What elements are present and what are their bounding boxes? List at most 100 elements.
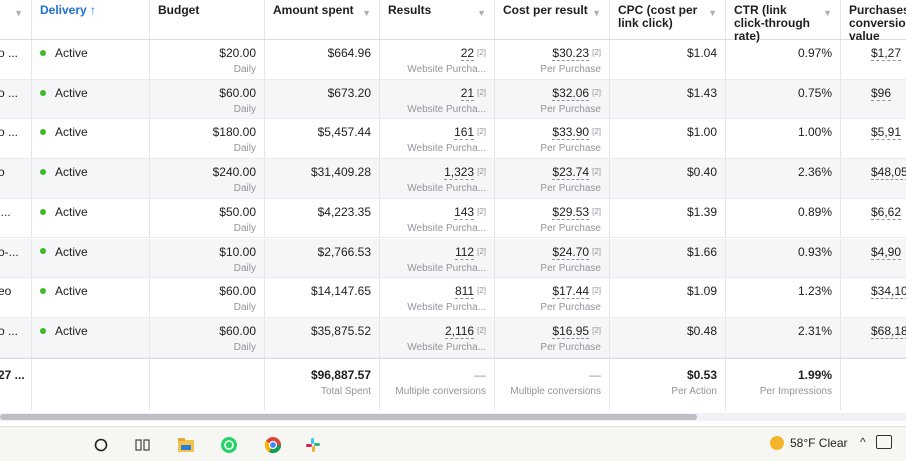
totals-amount-cell: $96,887.57 Total Spent bbox=[265, 359, 380, 410]
sun-icon bbox=[770, 436, 784, 450]
col-header-cpc[interactable]: CPC (cost per link click) ▼ bbox=[610, 0, 726, 39]
campaign-name-cell[interactable]: o ... bbox=[0, 119, 32, 159]
table-row[interactable]: o ... Active $60.00 Daily $35,875.52 2,11… bbox=[0, 317, 906, 358]
totals-cpr-cell: — Multiple conversions bbox=[495, 359, 610, 410]
delivery-cell: Active bbox=[32, 40, 150, 79]
total-spent-value: $96,887.57 bbox=[310, 368, 371, 382]
amount-spent-cell: $2,766.53 bbox=[265, 238, 380, 278]
status-dot-icon bbox=[40, 208, 46, 215]
status-dot-icon bbox=[40, 248, 46, 255]
campaign-name-cell[interactable]: o ... bbox=[0, 79, 32, 119]
cpc-cell: $0.48 bbox=[610, 317, 726, 357]
table-row[interactable]: o ... Active $180.00 Daily $5,457.44 161[… bbox=[0, 119, 906, 160]
budget-cell[interactable]: $60.00 Daily bbox=[150, 79, 265, 119]
network-icon[interactable] bbox=[876, 435, 892, 449]
table-row[interactable]: o ... Active $20.00 Daily $664.96 22 [2] We… bbox=[0, 40, 906, 80]
sort-icon[interactable]: ▼ bbox=[362, 7, 371, 20]
results-cell: 1,323 [2] Website Purcha... bbox=[380, 159, 495, 198]
delivery-status: Active bbox=[55, 204, 88, 219]
budget-cell[interactable]: $50.00 Daily bbox=[150, 198, 265, 238]
budget-cell[interactable]: $10.00 Daily bbox=[150, 238, 265, 278]
col-header-purchases-value[interactable]: Purchases conversion value bbox=[841, 0, 906, 43]
purchases-value-cell: $6,62 bbox=[841, 199, 906, 238]
horizontal-scrollbar-thumb[interactable] bbox=[0, 414, 697, 420]
table-row[interactable]: o ... Active $60.00 Daily $673.20 21 [2] We… bbox=[0, 79, 906, 120]
budget-cell[interactable]: $240.00 Daily bbox=[150, 159, 265, 198]
ctr-cell: 0.97% bbox=[726, 40, 841, 79]
ads-manager-window: ▼ Delivery ↑ Budget Amount spent ▼ Result… bbox=[0, 0, 906, 461]
search-circle-icon[interactable] bbox=[90, 434, 112, 456]
amount-spent-cell: $14,147.65 bbox=[265, 278, 380, 317]
sort-icon[interactable]: ▼ bbox=[592, 7, 601, 20]
delivery-cell: Active bbox=[32, 317, 150, 357]
campaign-name-cell[interactable]: o ... bbox=[0, 40, 32, 79]
cost-per-result-cell: $33.90 [2] Per Purchase bbox=[495, 119, 610, 159]
delivery-status: Active bbox=[55, 46, 88, 60]
status-dot-icon bbox=[40, 49, 46, 56]
purchases-value-cell: $96 bbox=[841, 80, 906, 119]
delivery-status: Active bbox=[55, 165, 88, 180]
ctr-cell: 2.31% bbox=[726, 317, 841, 357]
purchases-value-cell: $48,05 bbox=[841, 159, 906, 198]
delivery-cell: Active bbox=[32, 238, 150, 278]
sort-icon[interactable]: ▼ bbox=[477, 7, 486, 20]
delivery-cell: Active bbox=[32, 278, 150, 317]
table-row[interactable]: o Active $240.00 Daily $31,409.28 1,323 [2… bbox=[0, 159, 906, 199]
status-dot-icon bbox=[40, 288, 46, 295]
campaign-name-cell[interactable]: o-... bbox=[0, 238, 32, 278]
ctr-cell: 0.93% bbox=[726, 238, 841, 278]
windows-taskbar: 58°F Clear ^ bbox=[0, 426, 906, 461]
weather-widget[interactable]: 58°F Clear bbox=[770, 436, 848, 450]
chevron-up-icon[interactable]: ^ bbox=[860, 435, 866, 449]
table-row[interactable]: i... Active $50.00Daily $4,223.35 143[2]… bbox=[0, 198, 906, 239]
amount-spent-cell: $664.96 bbox=[265, 40, 380, 79]
table-row[interactable]: o-... Active $10.00 Daily $2,766.53 112 [2… bbox=[0, 238, 906, 279]
budget-cell[interactable]: $20.00 Daily bbox=[150, 40, 265, 79]
cpc-cell: $1.04 bbox=[610, 40, 726, 79]
delivery-status: Active bbox=[55, 323, 88, 338]
cost-per-result-cell: $17.44 [2] Per Purchase bbox=[495, 278, 610, 317]
col-header-amount-spent[interactable]: Amount spent ▼ bbox=[265, 0, 380, 39]
status-dot-icon bbox=[40, 129, 46, 136]
task-view-icon[interactable] bbox=[132, 434, 154, 456]
ctr-cell: 0.75% bbox=[726, 79, 841, 119]
campaign-name-cell[interactable]: o ... bbox=[0, 317, 32, 357]
delivery-status: Active bbox=[55, 244, 88, 259]
status-dot-icon bbox=[40, 89, 46, 96]
col-header-delivery[interactable]: Delivery ↑ bbox=[32, 0, 150, 39]
col-header-results[interactable]: Results ▼ bbox=[380, 0, 495, 39]
purchases-value-cell: $5,91 bbox=[841, 119, 906, 158]
chrome-icon[interactable] bbox=[262, 434, 284, 456]
purchases-value-cell: $1,27 bbox=[841, 40, 906, 79]
ctr-cell: 1.23% bbox=[726, 278, 841, 317]
table-row[interactable]: eo Active $60.00 Daily $14,147.65 811 [2] W… bbox=[0, 278, 906, 318]
budget-cell[interactable]: $60.00 Daily bbox=[150, 278, 265, 317]
campaign-name-cell[interactable]: i... bbox=[0, 198, 32, 238]
col-header-cost-per-result[interactable]: Cost per result ▼ bbox=[495, 0, 610, 39]
slack-icon[interactable] bbox=[302, 434, 324, 456]
file-explorer-icon[interactable] bbox=[175, 434, 197, 456]
total-spent-label: Total Spent bbox=[320, 386, 371, 397]
cpc-cell: $0.40 bbox=[610, 159, 726, 198]
results-cell: 2,116 [2] Website Purcha... bbox=[380, 317, 495, 357]
status-dot-icon bbox=[40, 168, 46, 175]
col-header-name[interactable]: ▼ bbox=[0, 0, 32, 39]
cost-per-result-cell: $16.95 [2] Per Purchase bbox=[495, 317, 610, 357]
cost-per-result-cell: $23.74 [2] Per Purchase bbox=[495, 159, 610, 198]
budget-cell[interactable]: $180.00 Daily bbox=[150, 119, 265, 159]
table-totals-row: 27 ... $96,887.57 Total Spent — Multiple… bbox=[0, 358, 906, 410]
campaign-name-cell[interactable]: eo bbox=[0, 278, 32, 317]
col-header-budget[interactable]: Budget bbox=[150, 0, 265, 39]
sort-icon[interactable]: ▼ bbox=[823, 7, 832, 20]
totals-cpc-cell: $0.53 Per Action bbox=[610, 359, 726, 410]
sort-icon[interactable]: ▼ bbox=[14, 7, 23, 20]
cpc-cell: $1.43 bbox=[610, 79, 726, 119]
campaign-name-cell[interactable]: o bbox=[0, 159, 32, 198]
whatsapp-icon[interactable] bbox=[218, 434, 240, 456]
col-header-ctr[interactable]: CTR (link click-through rate) ▼ bbox=[726, 0, 841, 43]
budget-cell[interactable]: $60.00 Daily bbox=[150, 317, 265, 357]
sort-icon[interactable]: ▼ bbox=[708, 7, 717, 20]
results-cell: 161 [2] Website Purcha... bbox=[380, 119, 495, 159]
results-cell: 112 [2] Website Purcha... bbox=[380, 238, 495, 278]
delivery-cell: Active bbox=[32, 79, 150, 119]
